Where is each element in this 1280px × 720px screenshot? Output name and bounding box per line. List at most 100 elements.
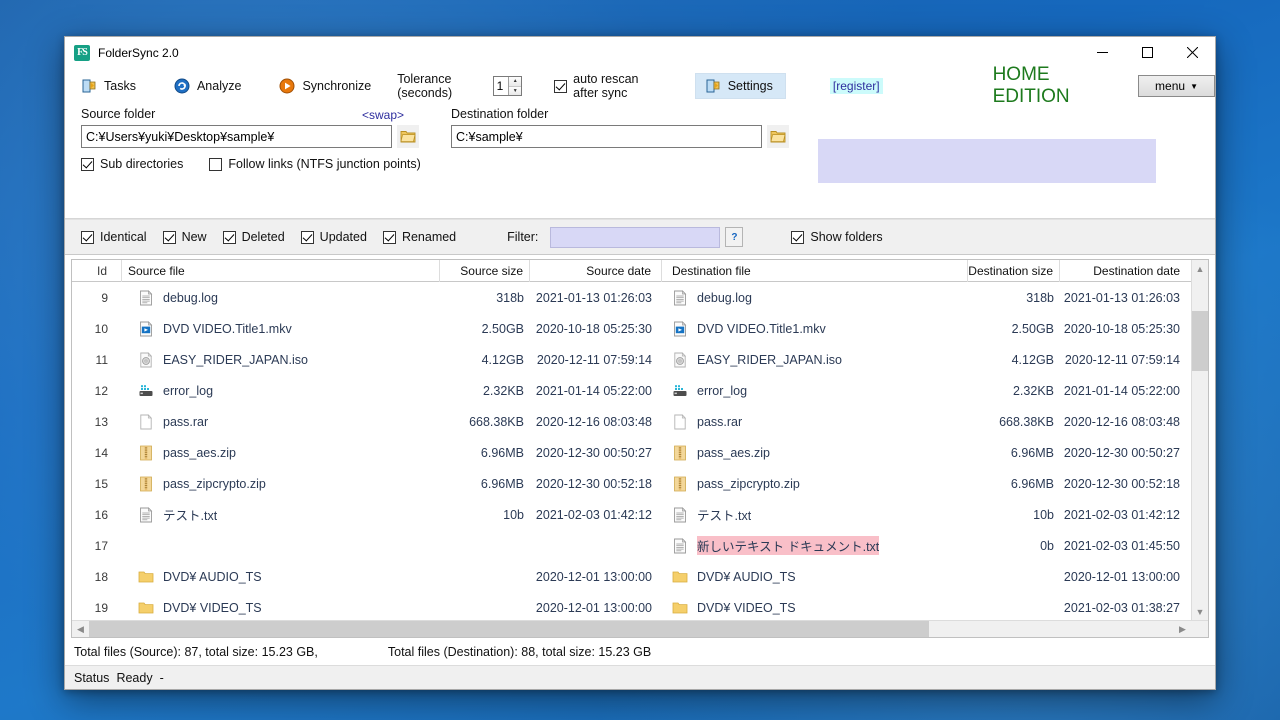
tasks-label: Tasks	[104, 79, 136, 93]
executable-file-icon	[139, 384, 153, 396]
text-file-icon	[140, 289, 153, 305]
maximize-button[interactable]	[1125, 37, 1170, 69]
header-destination-size[interactable]: Destination size	[968, 260, 1060, 282]
vertical-scrollbar-track[interactable]	[1191, 277, 1208, 603]
identical-checkbox[interactable]: Identical	[81, 230, 147, 244]
source-folder-browse-button[interactable]	[397, 125, 419, 148]
cell-source-file: pass_zipcrypto.zip	[122, 468, 440, 499]
table-body: 9 debug.log 318b 2021-01-13 01:26:03 debug.l…	[72, 282, 1191, 620]
new-checkbox[interactable]: New	[162, 230, 207, 244]
table-row[interactable]: 12 error_log 2.32KB 2021-01-14 05:22:00 erro…	[72, 375, 1191, 406]
table-row[interactable]: 17 新しいテキスト ドキュメント.txt 0b 2021-02-03 01:45:5…	[72, 530, 1191, 561]
cell-destination-date: 2021-02-03 01:38:27	[1063, 600, 1180, 615]
header-source-size[interactable]: Source size	[440, 260, 530, 282]
cell-source-file: pass.rar	[122, 406, 440, 437]
cell-id: 17	[94, 538, 108, 553]
auto-rescan-checkbox-box[interactable]	[554, 79, 568, 93]
deleted-checkbox-box[interactable]	[222, 230, 236, 244]
filter-help-button[interactable]: ?	[725, 227, 744, 247]
auto-rescan-checkbox[interactable]: auto rescan after sync	[554, 72, 666, 100]
horizontal-scrollbar-thumb[interactable]	[89, 620, 929, 637]
table-row[interactable]: 9 debug.log 318b 2021-01-13 01:26:03 debug.l…	[72, 282, 1191, 313]
status-value: Ready	[116, 670, 153, 685]
cell-destination-date: 2021-02-03 01:45:50	[1063, 538, 1180, 553]
swap-link[interactable]: <swap>	[362, 108, 404, 122]
destination-file-name: DVD¥ AUDIO_TS	[697, 569, 796, 584]
cell-id: 14	[94, 445, 108, 460]
cell-destination-file: DVD VIDEO.Title1.mkv	[662, 313, 968, 344]
scroll-right-button[interactable]: ▶	[1174, 621, 1191, 638]
filter-input[interactable]	[550, 226, 721, 248]
tolerance-stepper[interactable]: 1 ▲ ▼	[492, 76, 523, 96]
cell-source-size: 318b	[496, 290, 524, 305]
tolerance-decrement-button[interactable]: ▼	[509, 86, 522, 95]
header-source-date[interactable]: Source date	[530, 260, 662, 282]
header-destination-date[interactable]: Destination date	[1060, 260, 1188, 282]
vertical-scrollbar[interactable]: ▲ ▼	[1191, 260, 1208, 620]
totals-bar: Total files (Source): 87, total size: 15…	[65, 638, 1215, 665]
filter-label: Filter:	[507, 230, 539, 244]
sub-directories-checkbox-box[interactable]	[81, 157, 94, 171]
deleted-checkbox[interactable]: Deleted	[222, 230, 285, 244]
updated-checkbox-box[interactable]	[300, 230, 314, 244]
source-folder-input[interactable]: C:¥Users¥yuki¥Desktop¥sample¥	[81, 125, 392, 148]
renamed-checkbox[interactable]: Renamed	[382, 230, 456, 244]
renamed-checkbox-box[interactable]	[382, 230, 396, 244]
cell-destination-date: 2020-12-30 00:50:27	[1063, 445, 1180, 460]
cell-source-date: 2020-12-30 00:50:27	[535, 445, 652, 460]
follow-links-checkbox-box[interactable]	[209, 157, 223, 171]
horizontal-scrollbar[interactable]: ◀ ▶	[72, 620, 1208, 637]
follow-links-checkbox[interactable]: Follow links (NTFS junction points)	[209, 157, 421, 171]
analyze-button[interactable]: Analyze	[174, 78, 241, 94]
text-file-icon	[674, 537, 687, 553]
cell-source-file: debug.log	[122, 282, 440, 313]
table-row[interactable]: 10 DVD VIDEO.Title1.mkv 2.50GB 2020-10-18 0…	[72, 313, 1191, 344]
executable-file-icon	[673, 384, 687, 396]
new-checkbox-box[interactable]	[162, 230, 176, 244]
vertical-scrollbar-thumb[interactable]	[1191, 311, 1208, 371]
identical-checkbox-box[interactable]	[81, 230, 94, 244]
table-row[interactable]: 16 テスト.txt 10b 2021-02-03 01:42:12 テスト.txt 10…	[72, 499, 1191, 530]
tasks-button[interactable]: Tasks	[81, 78, 136, 94]
horizontal-scrollbar-track[interactable]	[89, 620, 1174, 637]
cell-destination-size	[968, 561, 1060, 592]
cell-destination-size: 2.50GB	[1011, 321, 1054, 336]
destination-folder-browse-button[interactable]	[767, 125, 789, 148]
table-row[interactable]: 13 pass.rar 668.38KB 2020-12-16 08:03:48 pas…	[72, 406, 1191, 437]
source-file-name: pass_zipcrypto.zip	[163, 476, 266, 491]
cell-destination-size: 4.12GB	[1011, 352, 1054, 367]
sub-directories-checkbox[interactable]: Sub directories	[81, 157, 183, 171]
tolerance-increment-button[interactable]: ▲	[509, 77, 522, 87]
synchronize-button[interactable]: Synchronize	[279, 78, 371, 94]
table-row[interactable]: 18 DVD¥ AUDIO_TS 2020-12-01 13:00:00 DVD¥ A…	[72, 561, 1191, 592]
header-destination-file[interactable]: Destination file	[662, 260, 968, 282]
cell-destination-size	[968, 592, 1060, 620]
table-row[interactable]: 11 EASY_RIDER_JAPAN.iso 4.12GB 2020-12-11 0…	[72, 344, 1191, 375]
scroll-left-button[interactable]: ◀	[72, 621, 89, 638]
show-folders-checkbox[interactable]: Show folders	[791, 230, 883, 244]
header-id[interactable]: Id	[72, 260, 122, 282]
cell-source-date: 2020-12-11 07:59:14	[536, 352, 652, 367]
tolerance-value[interactable]: 1	[494, 77, 509, 95]
destination-file-name: 新しいテキスト ドキュメント.txt	[697, 536, 880, 555]
register-link[interactable]: [register]	[829, 78, 883, 94]
destination-folder-input[interactable]: C:¥sample¥	[451, 125, 762, 148]
table-row[interactable]: 15 pass_zipcrypto.zip 6.96MB 2020-12-30 00:…	[72, 468, 1191, 499]
scroll-down-button[interactable]: ▼	[1192, 603, 1209, 620]
table-row[interactable]: 19 DVD¥ VIDEO_TS 2020-12-01 13:00:00 DVD¥ V…	[72, 592, 1191, 620]
header-source-file[interactable]: Source file	[122, 260, 440, 282]
close-button[interactable]	[1170, 37, 1215, 69]
cell-source-file: DVD¥ VIDEO_TS	[122, 592, 440, 620]
cell-source-size: 10b	[503, 507, 524, 522]
table-row[interactable]: 14 pass_aes.zip 6.96MB 2020-12-30 00:50:27 p…	[72, 437, 1191, 468]
show-folders-checkbox-box[interactable]	[791, 230, 805, 244]
source-file-name: pass.rar	[163, 414, 209, 429]
settings-button[interactable]: Settings	[694, 73, 786, 99]
scroll-up-button[interactable]: ▲	[1192, 260, 1209, 277]
menu-button[interactable]: menu ▼	[1138, 75, 1215, 97]
source-file-name: DVD¥ VIDEO_TS	[163, 600, 262, 615]
cell-source-size: 6.96MB	[480, 445, 524, 460]
updated-checkbox[interactable]: Updated	[300, 230, 367, 244]
destination-file-name: debug.log	[697, 290, 752, 305]
zip-file-icon	[674, 476, 686, 491]
